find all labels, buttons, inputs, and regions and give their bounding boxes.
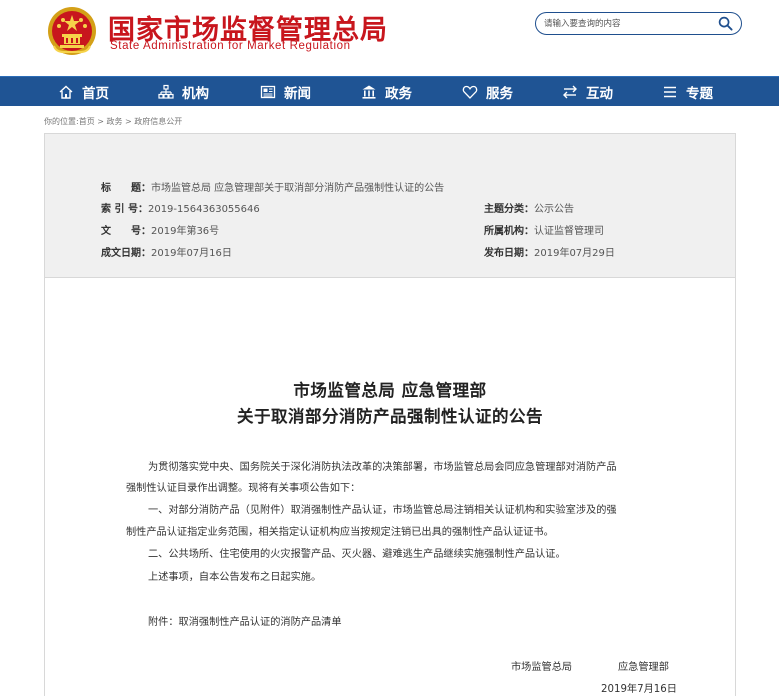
nav-item-label: 新闻 [284, 86, 311, 102]
nav-item-topics[interactable]: 专题 [662, 77, 713, 107]
meta-index-value: 2019-1564363055646 [147, 204, 260, 215]
article-panel: 标 题：市场监管总局 应急管理部关于取消部分消防产品强制性认证的公告 索 引 号… [44, 133, 736, 696]
meta-category-row: 主题分类：公示公告 [484, 200, 574, 215]
meta-created-label: 成文日期： [101, 248, 151, 259]
heart-icon [462, 85, 478, 99]
nav-item-government[interactable]: 政务 [361, 77, 412, 107]
paragraph-1-line-1: 为贯彻落实党中央、国务院关于深化消防执法改革的决策部署，市场监管总局会同应急管理… [148, 462, 617, 473]
nav-item-home[interactable]: 首页 [58, 77, 109, 107]
national-emblem-icon[interactable] [46, 6, 98, 56]
signature-org-mem: 应急管理部 [618, 662, 669, 673]
meta-org-row: 所属机构：认证监督管理司 [484, 222, 604, 237]
site-title-en[interactable]: State Administration for Market Regulati… [110, 40, 351, 52]
meta-published-label: 发布日期： [484, 248, 534, 259]
article-title-line1: 市场监管总局 应急管理部 [293, 381, 487, 400]
meta-index-row: 索 引 号：2019-1564363055646 [101, 200, 260, 215]
nav-item-label: 服务 [486, 86, 513, 102]
home-icon [59, 85, 73, 99]
site-header: 国家市场监督管理总局 State Administration for Mark… [0, 0, 779, 76]
search-icon[interactable] [718, 16, 733, 31]
meta-category-label: 主题分类： [484, 204, 534, 215]
paragraph-3: 二、公共场所、住宅使用的火灾报警产品、灭火器、避难逃生产品继续实施强制性产品认证… [148, 549, 566, 560]
meta-category-value: 公示公告 [534, 204, 574, 215]
government-icon [362, 85, 376, 99]
paragraph-1-line-2: 强制性认证目录作出调整。现将有关事项公告如下： [126, 483, 361, 494]
meta-created-row: 成文日期：2019年07月16日 [101, 244, 232, 259]
meta-index-label: 索 引 号： [101, 204, 148, 215]
exchange-icon [563, 85, 577, 99]
meta-title-row: 标 题：市场监管总局 应急管理部关于取消部分消防产品强制性认证的公告 [101, 179, 444, 194]
search-input[interactable] [544, 16, 714, 31]
meta-org-value: 认证监督管理司 [534, 226, 604, 237]
nav-item-organization[interactable]: 机构 [158, 77, 209, 107]
document-metadata: 标 题：市场监管总局 应急管理部关于取消部分消防产品强制性认证的公告 索 引 号… [45, 134, 735, 278]
meta-docno-row: 文 号：2019年第36号 [101, 222, 219, 237]
nav-item-service[interactable]: 服务 [462, 77, 513, 107]
article-title-line2: 关于取消部分消防产品强制性认证的公告 [237, 407, 543, 426]
breadcrumb-link-home[interactable]: 首页 [79, 117, 95, 126]
meta-org-label: 所属机构： [484, 226, 534, 237]
nav-item-label: 首页 [82, 86, 109, 102]
attachment-line[interactable]: 附件：取消强制性产品认证的消防产品清单 [148, 613, 342, 628]
meta-title-label: 标 题： [101, 183, 151, 194]
signature-date: 2019年7月16日 [601, 684, 677, 695]
nav-item-label: 政务 [385, 86, 412, 102]
meta-title-value: 市场监管总局 应急管理部关于取消部分消防产品强制性认证的公告 [151, 183, 445, 194]
org-chart-icon [158, 84, 174, 99]
paragraph-2-line-1: 一、对部分消防产品（见附件）取消强制性产品认证，市场监管总局注销相关认证机构和实… [148, 505, 617, 516]
nav-item-label: 机构 [182, 86, 209, 102]
main-nav: 首页 机构 新闻 政务 服务 互动 专题 [0, 76, 779, 106]
breadcrumb-separator: > [94, 117, 107, 126]
meta-created-value: 2019年07月16日 [151, 248, 232, 259]
breadcrumb-prefix: 你的位置: [44, 117, 79, 126]
breadcrumb: 你的位置:首页 > 政务 > 政府信息公开 [44, 116, 182, 127]
meta-docno-label: 文 号： [101, 226, 151, 237]
breadcrumb-link-government[interactable]: 政务 [107, 117, 123, 126]
search-box [535, 12, 742, 35]
newspaper-icon [260, 85, 276, 99]
paragraph-2-line-2: 制性产品认证指定业务范围，相关指定认证机构应当按规定注销已出具的强制性产品认证证… [126, 527, 554, 538]
meta-published-row: 发布日期：2019年07月29日 [484, 244, 615, 259]
breadcrumb-separator: > [122, 117, 135, 126]
nav-item-interaction[interactable]: 互动 [562, 77, 613, 107]
nav-item-label: 专题 [686, 86, 713, 102]
signature-org-samr: 市场监管总局 [511, 662, 573, 673]
paragraph-4: 上述事项，自本公告发布之日起实施。 [148, 572, 322, 583]
meta-docno-value: 2019年第36号 [151, 226, 220, 237]
nav-item-label: 互动 [586, 86, 613, 102]
meta-published-value: 2019年07月29日 [534, 248, 615, 259]
breadcrumb-link-info-disclosure[interactable]: 政府信息公开 [134, 117, 182, 126]
list-icon [664, 86, 676, 98]
nav-item-news[interactable]: 新闻 [260, 77, 311, 107]
